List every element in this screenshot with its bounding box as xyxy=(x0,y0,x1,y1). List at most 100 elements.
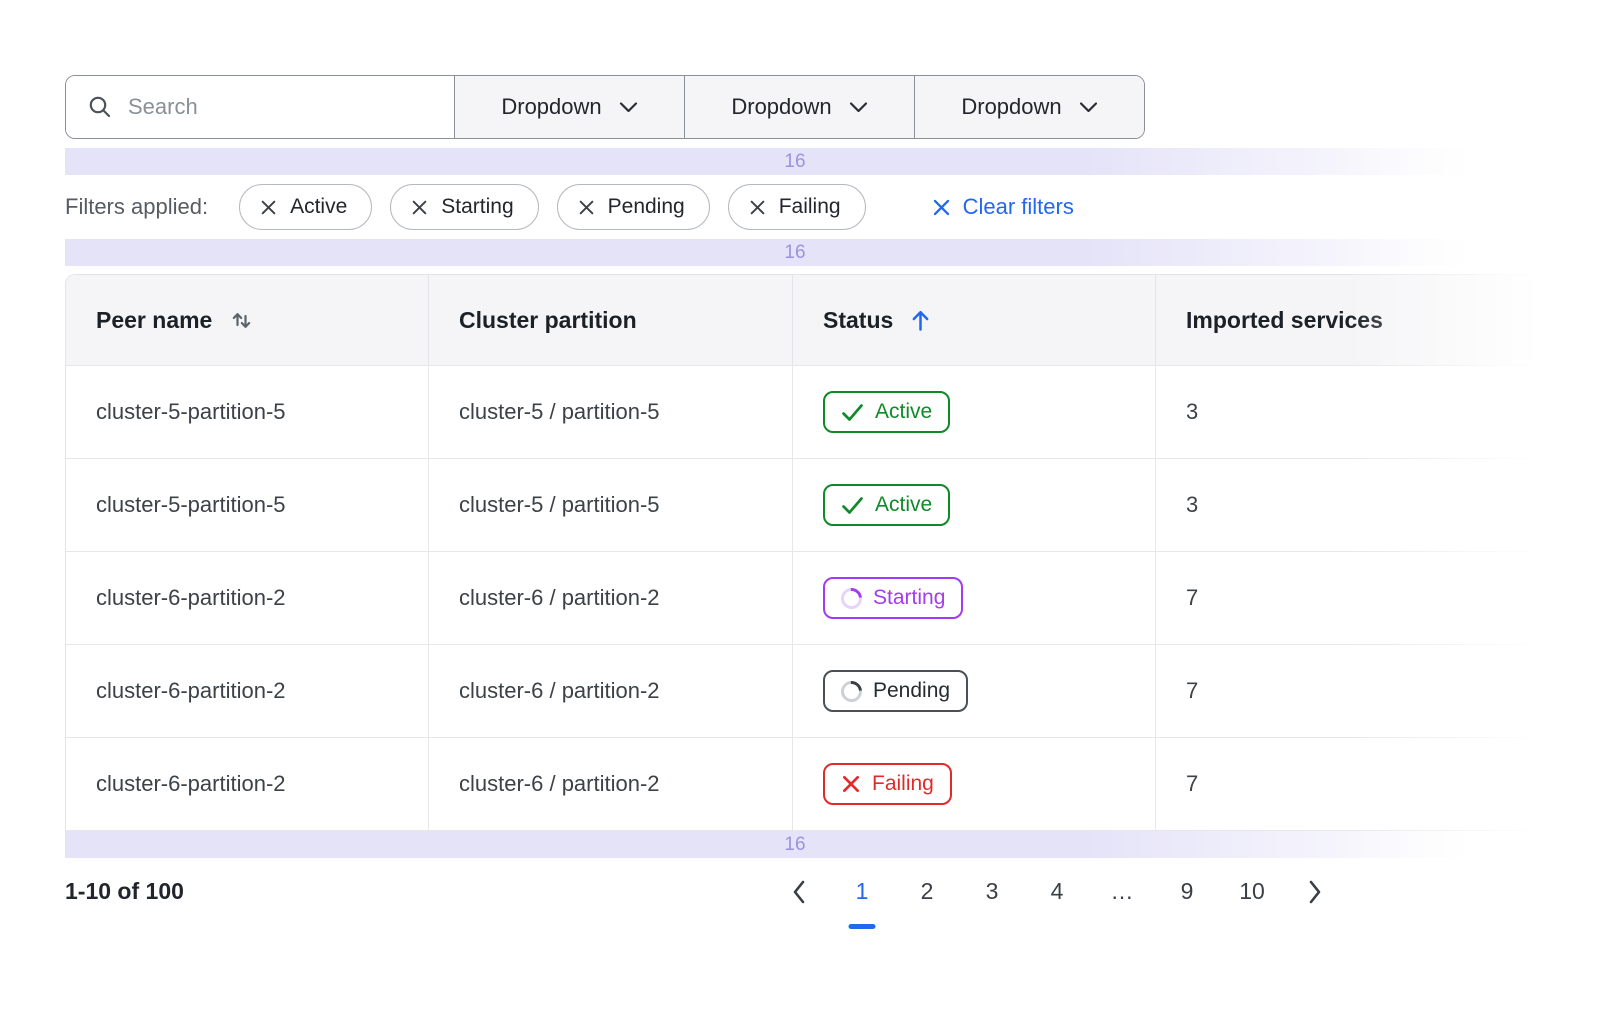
status-badge-failing: Failing xyxy=(823,763,952,805)
search-box[interactable] xyxy=(66,76,454,138)
search-icon xyxy=(87,94,113,120)
table-row: cluster-6-partition-2 cluster-6 / partit… xyxy=(66,551,1618,644)
dropdown-button-1[interactable]: Dropdown xyxy=(454,76,684,138)
page-button-1[interactable]: 1 xyxy=(848,878,876,905)
cell-cluster-partition: cluster-5 / partition-5 xyxy=(429,366,793,458)
clear-filters-button[interactable]: Clear filters xyxy=(932,194,1074,220)
column-header-status[interactable]: Status xyxy=(793,275,1156,365)
sort-both-icon[interactable] xyxy=(228,307,255,334)
cell-peer-name: cluster-5-partition-5 xyxy=(66,459,429,551)
spacing-annotation-label: 16 xyxy=(784,151,805,173)
filter-chip-active[interactable]: Active xyxy=(239,184,372,230)
dropdown-button-2[interactable]: Dropdown xyxy=(684,76,914,138)
toolbar: Dropdown Dropdown Dropdown xyxy=(65,75,1145,139)
cell-imported-services: 3 xyxy=(1156,459,1618,551)
check-icon xyxy=(841,403,864,422)
page-button-9[interactable]: 9 xyxy=(1173,878,1201,905)
search-input[interactable] xyxy=(128,94,433,120)
spacing-annotation: 16 xyxy=(65,148,1525,175)
status-badge-label: Active xyxy=(875,493,932,517)
previous-page-button[interactable] xyxy=(787,879,811,905)
cell-status: Pending xyxy=(793,645,1156,737)
cell-peer-name: cluster-6-partition-2 xyxy=(66,738,429,830)
cell-imported-services: 7 xyxy=(1156,552,1618,644)
remove-filter-icon[interactable] xyxy=(260,199,277,216)
spinner-icon xyxy=(837,583,867,613)
column-header-imported-services: Imported services xyxy=(1156,275,1618,365)
chevron-down-icon xyxy=(1079,101,1098,113)
column-header-label: Status xyxy=(823,307,893,334)
status-badge-label: Pending xyxy=(873,679,950,703)
pagination-controls: 1 2 3 4 … 9 10 xyxy=(787,878,1327,905)
status-badge-label: Starting xyxy=(873,586,945,610)
spinner-icon xyxy=(837,676,867,706)
column-header-label: Imported services xyxy=(1186,307,1383,334)
cell-imported-services: 3 xyxy=(1156,366,1618,458)
spacing-annotation: 16 xyxy=(65,831,1525,858)
dropdown-button-3[interactable]: Dropdown xyxy=(914,76,1144,138)
cell-peer-name: cluster-6-partition-2 xyxy=(66,645,429,737)
page-button-4[interactable]: 4 xyxy=(1043,878,1071,905)
pagination-summary: 1-10 of 100 xyxy=(65,878,184,905)
check-icon xyxy=(841,496,864,515)
filter-chip-label: Pending xyxy=(608,195,685,219)
table-row: cluster-5-partition-5 cluster-5 / partit… xyxy=(66,458,1618,551)
status-badge-pending: Pending xyxy=(823,670,968,712)
status-badge-label: Active xyxy=(875,400,932,424)
table-row: cluster-5-partition-5 cluster-5 / partit… xyxy=(66,365,1618,458)
spacing-annotation-label: 16 xyxy=(784,242,805,264)
column-header-peer-name[interactable]: Peer name xyxy=(66,275,429,365)
dropdown-label: Dropdown xyxy=(731,94,831,120)
status-badge-active: Active xyxy=(823,391,950,433)
page-button-10[interactable]: 10 xyxy=(1238,878,1266,905)
filter-chip-label: Starting xyxy=(441,195,513,219)
x-icon xyxy=(841,774,861,794)
cell-cluster-partition: cluster-6 / partition-2 xyxy=(429,552,793,644)
status-badge-label: Failing xyxy=(872,772,934,796)
filter-chip-failing[interactable]: Failing xyxy=(728,184,866,230)
dropdown-label: Dropdown xyxy=(501,94,601,120)
peers-table: Peer name Cluster partition Status xyxy=(65,274,1618,831)
table-row: cluster-6-partition-2 cluster-6 / partit… xyxy=(66,737,1618,830)
cell-status: Active xyxy=(793,459,1156,551)
spacing-annotation: 16 xyxy=(65,239,1525,266)
filter-chip-label: Active xyxy=(290,195,347,219)
pagination-bar: 1-10 of 100 1 2 3 4 … 9 10 xyxy=(65,878,1327,905)
cell-status: Active xyxy=(793,366,1156,458)
filters-bar: Filters applied: Active Starting Pending… xyxy=(65,183,1618,231)
filter-chip-label: Failing xyxy=(779,195,841,219)
clear-x-icon xyxy=(932,198,951,217)
status-badge-active: Active xyxy=(823,484,950,526)
remove-filter-icon[interactable] xyxy=(411,199,428,216)
cell-status: Starting xyxy=(793,552,1156,644)
remove-filter-icon[interactable] xyxy=(749,199,766,216)
cell-cluster-partition: cluster-6 / partition-2 xyxy=(429,645,793,737)
table-row: cluster-6-partition-2 cluster-6 / partit… xyxy=(66,644,1618,737)
clear-filters-label: Clear filters xyxy=(963,194,1074,220)
chevron-down-icon xyxy=(619,101,638,113)
next-page-button[interactable] xyxy=(1303,879,1327,905)
cell-peer-name: cluster-6-partition-2 xyxy=(66,552,429,644)
page: Dropdown Dropdown Dropdown 16 Filters ap… xyxy=(0,0,1618,905)
column-header-label: Cluster partition xyxy=(459,307,637,334)
column-header-label: Peer name xyxy=(96,307,212,334)
sort-asc-icon[interactable] xyxy=(909,308,932,333)
spacing-annotation-label: 16 xyxy=(784,834,805,856)
chevron-down-icon xyxy=(849,101,868,113)
cell-status: Failing xyxy=(793,738,1156,830)
filters-applied-label: Filters applied: xyxy=(65,194,208,220)
table-header-row: Peer name Cluster partition Status xyxy=(66,275,1618,365)
filter-chip-pending[interactable]: Pending xyxy=(557,184,710,230)
cell-imported-services: 7 xyxy=(1156,645,1618,737)
remove-filter-icon[interactable] xyxy=(578,199,595,216)
filter-chip-starting[interactable]: Starting xyxy=(390,184,538,230)
status-badge-starting: Starting xyxy=(823,577,963,619)
page-button-2[interactable]: 2 xyxy=(913,878,941,905)
column-header-cluster-partition: Cluster partition xyxy=(429,275,793,365)
cell-imported-services: 7 xyxy=(1156,738,1618,830)
cell-cluster-partition: cluster-6 / partition-2 xyxy=(429,738,793,830)
pagination-ellipsis: … xyxy=(1108,878,1136,905)
cell-peer-name: cluster-5-partition-5 xyxy=(66,366,429,458)
page-button-3[interactable]: 3 xyxy=(978,878,1006,905)
dropdown-label: Dropdown xyxy=(961,94,1061,120)
